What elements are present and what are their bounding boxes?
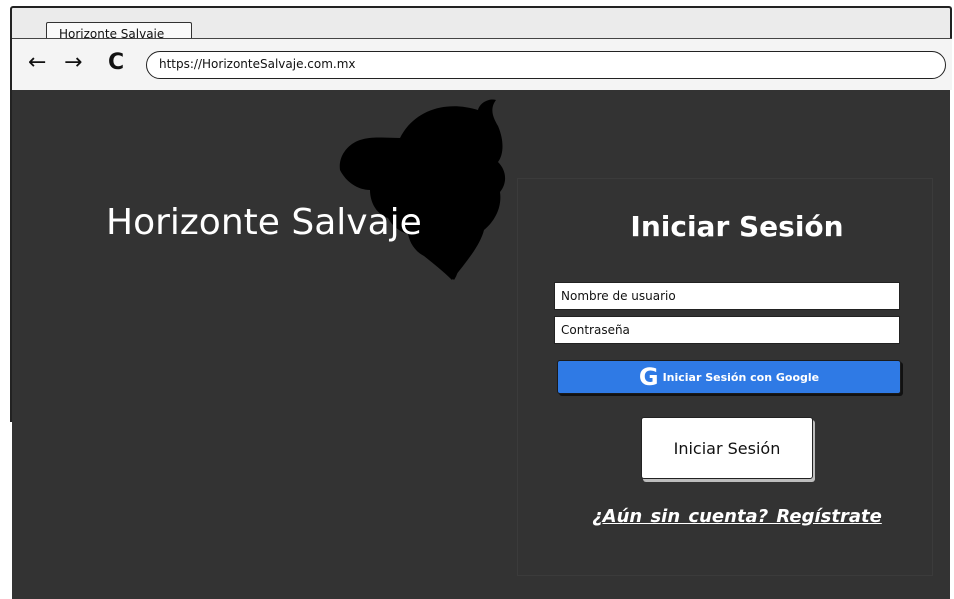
password-input[interactable] bbox=[554, 316, 900, 344]
login-button[interactable]: Iniciar Sesión bbox=[641, 417, 813, 479]
forward-arrow-icon[interactable]: → bbox=[64, 51, 82, 75]
back-arrow-icon[interactable]: ← bbox=[28, 51, 46, 75]
address-bar[interactable]: https://HorizonteSalvaje.com.mx bbox=[146, 51, 946, 79]
brand-title: Horizonte Salvaje bbox=[106, 202, 422, 243]
username-input[interactable] bbox=[554, 282, 900, 310]
reload-icon[interactable]: C bbox=[108, 51, 124, 75]
lion-head-icon bbox=[339, 99, 506, 281]
page-content: Horizonte Salvaje Iniciar Sesión G Inici… bbox=[12, 90, 950, 599]
google-icon: G bbox=[638, 363, 659, 391]
google-signin-label: Iniciar Sesión con Google bbox=[662, 370, 820, 384]
login-title: Iniciar Sesión bbox=[630, 210, 844, 243]
google-signin-button[interactable]: G Iniciar Sesión con Google bbox=[557, 360, 901, 394]
signup-link[interactable]: ¿Aún sin cuenta? Regístrate bbox=[517, 506, 954, 527]
browser-toolbar: ← → C https://HorizonteSalvaje.com.mx bbox=[12, 38, 952, 90]
login-button-label: Iniciar Sesión bbox=[673, 438, 781, 458]
